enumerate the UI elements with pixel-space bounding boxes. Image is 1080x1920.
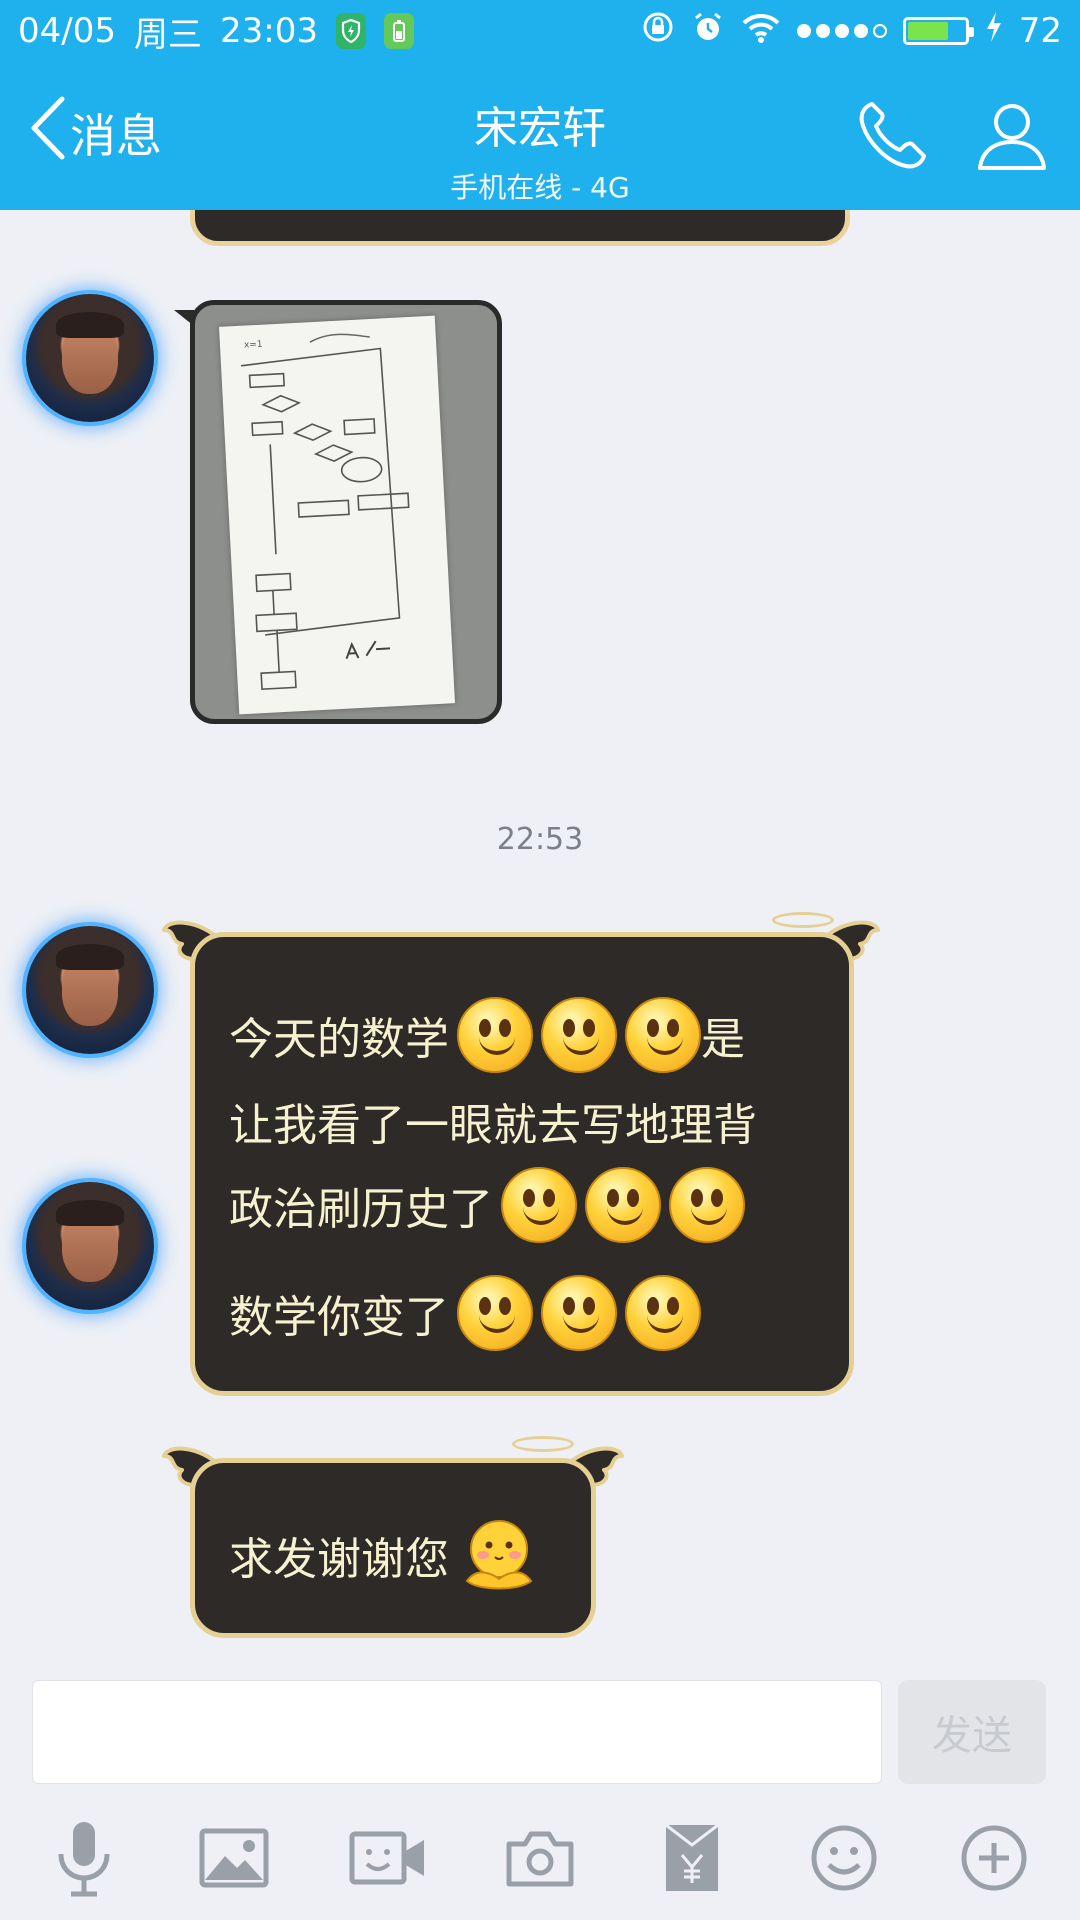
chat-header: 消息 宋宏轩 手机在线 - 4G xyxy=(0,62,1080,210)
alarm-icon xyxy=(691,10,725,53)
smile-emoji-icon xyxy=(669,1167,745,1243)
text-message-bubble[interactable]: 求发谢谢您 xyxy=(190,1458,596,1638)
message-text: 数学你变了 xyxy=(229,1292,449,1343)
rotation-lock-icon xyxy=(641,10,675,53)
contact-avatar[interactable] xyxy=(26,1182,154,1310)
input-toolbar xyxy=(0,1790,1080,1920)
halo-decoration xyxy=(512,1436,574,1452)
battery-app-icon xyxy=(383,13,414,49)
flowchart-photo: x=1 xyxy=(218,315,456,715)
profile-button[interactable] xyxy=(972,96,1052,176)
battery-icon xyxy=(902,17,974,45)
voice-button[interactable] xyxy=(40,1816,128,1904)
camera-button[interactable] xyxy=(496,1816,584,1904)
smile-emoji-icon xyxy=(501,1167,577,1243)
status-date: 04/05 xyxy=(18,11,116,51)
charging-icon xyxy=(985,11,1003,52)
image-icon xyxy=(199,1828,269,1892)
microphone-icon xyxy=(49,1818,119,1902)
message-text: 是 xyxy=(701,1014,745,1065)
plus-icon xyxy=(959,1823,1029,1897)
video-call-button[interactable] xyxy=(344,1816,432,1904)
red-packet-button[interactable] xyxy=(648,1816,736,1904)
status-bar: 04/05 周三 23:03 72 xyxy=(0,0,1080,62)
message-text: 今天的数学 xyxy=(229,1014,449,1065)
security-shield-icon xyxy=(335,13,366,49)
smile-emoji-icon xyxy=(625,997,701,1073)
svg-text:x=1: x=1 xyxy=(244,340,263,351)
smile-emoji-icon xyxy=(541,1275,617,1351)
more-button[interactable] xyxy=(950,1816,1038,1904)
phone-call-button[interactable] xyxy=(852,96,932,176)
smile-emoji-icon xyxy=(585,1167,661,1243)
user-icon xyxy=(972,104,1052,180)
chat-message-list[interactable]: x=1 22:53 今天的数学 是 让我看了一眼就去写地理背 政治刷历史了 数学… xyxy=(0,210,1080,1670)
smile-emoji-icon xyxy=(541,997,617,1073)
red-packet-icon xyxy=(662,1821,722,1899)
message-text: 让我看了一眼就去写地理背 xyxy=(229,1100,757,1151)
previous-message-bubble[interactable] xyxy=(190,210,850,246)
text-message-bubble[interactable]: 今天的数学 是 让我看了一眼就去写地理背 政治刷历史了 数学你变了 xyxy=(190,932,854,1396)
status-time: 23:03 xyxy=(219,11,318,51)
emoji-button[interactable] xyxy=(800,1816,888,1904)
phone-icon xyxy=(852,102,932,180)
send-button[interactable]: 发送 xyxy=(898,1680,1046,1784)
message-text: 求发谢谢您 xyxy=(229,1534,449,1585)
message-timestamp: 22:53 xyxy=(496,822,584,857)
photo-button[interactable] xyxy=(190,1816,278,1904)
message-input-bar: 发送 xyxy=(0,1670,1080,1790)
contact-avatar[interactable] xyxy=(26,294,154,422)
smile-emoji-icon xyxy=(457,997,533,1073)
halo-decoration xyxy=(772,912,834,928)
wifi-icon xyxy=(741,11,781,52)
smile-emoji-icon xyxy=(625,1275,701,1351)
battery-percent: 72 xyxy=(1018,11,1062,51)
message-text: 政治刷历史了 xyxy=(229,1184,493,1235)
message-input[interactable] xyxy=(32,1680,882,1784)
status-weekday: 周三 xyxy=(133,14,202,55)
signal-strength-icon xyxy=(796,24,887,38)
contact-avatar[interactable] xyxy=(26,926,154,1054)
image-message[interactable]: x=1 xyxy=(190,300,502,724)
shy-emoji-icon xyxy=(459,1515,539,1595)
emoji-icon xyxy=(809,1823,879,1897)
video-call-icon xyxy=(349,1828,427,1892)
smile-emoji-icon xyxy=(457,1275,533,1351)
camera-icon xyxy=(505,1828,575,1892)
